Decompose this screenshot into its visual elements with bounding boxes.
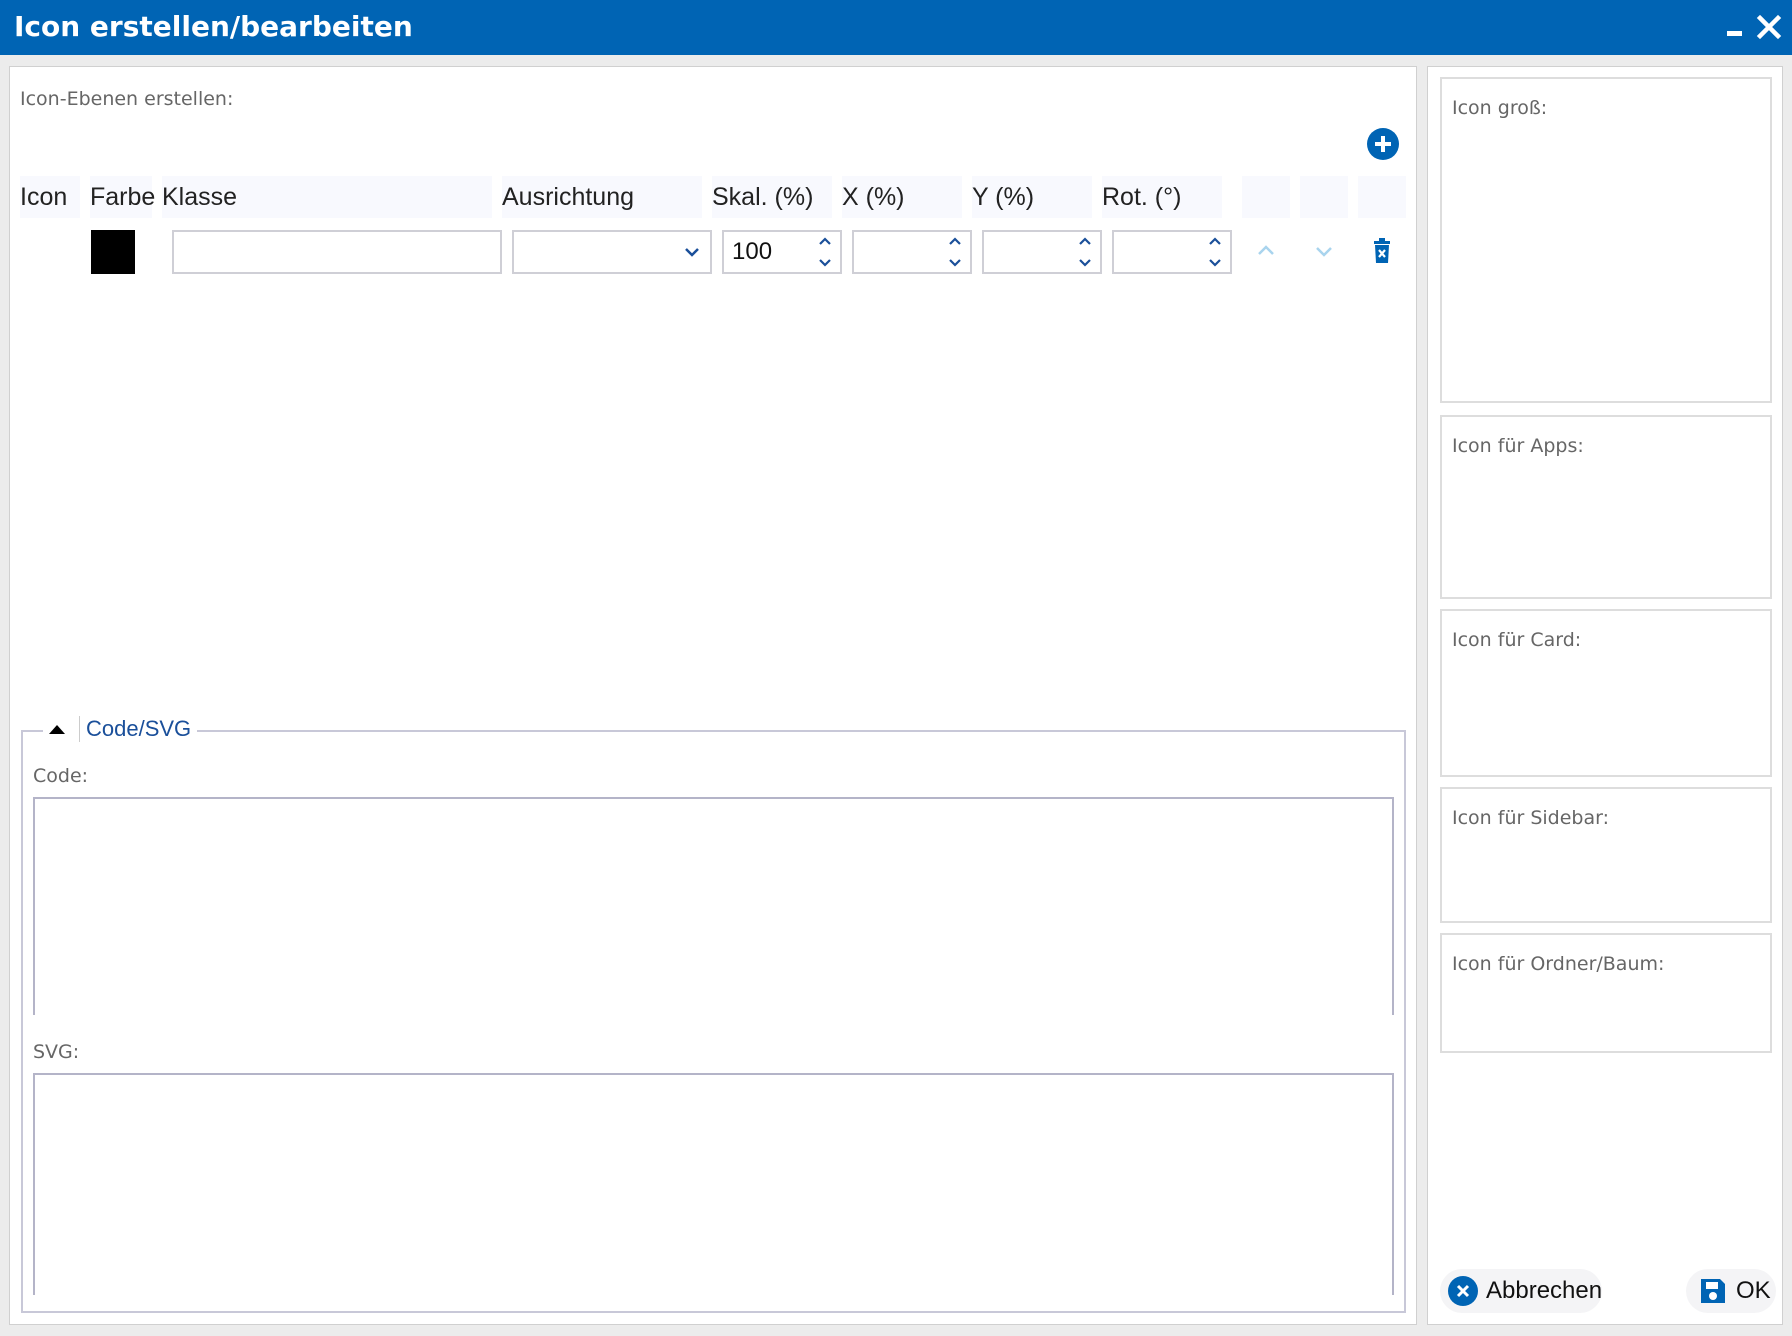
- column-header-farbe: Farbe: [90, 176, 155, 218]
- svg-textarea[interactable]: [33, 1073, 1394, 1295]
- layers-section-label: Icon-Ebenen erstellen:: [20, 88, 234, 110]
- move-down-icon[interactable]: [1308, 235, 1340, 267]
- column-header-move-down: [1300, 176, 1348, 218]
- column-header-icon: Icon: [20, 176, 80, 218]
- cancel-icon: [1448, 1276, 1478, 1306]
- preview-panel: Icon groß: Icon für Apps: Icon für Card:…: [1427, 66, 1783, 1325]
- move-up-icon[interactable]: [1250, 235, 1282, 267]
- skal-value: 100: [732, 238, 773, 265]
- code-svg-fieldset: Code/SVG Code: SVG:: [21, 716, 1406, 1313]
- column-header-y: Y (%): [972, 176, 1092, 218]
- column-header-skal: Skal. (%): [712, 176, 832, 218]
- add-layer-icon[interactable]: [1367, 128, 1399, 160]
- column-header-klasse: Klasse: [162, 176, 492, 218]
- minimize-icon[interactable]: [1720, 12, 1750, 42]
- spinner-icon[interactable]: [1076, 234, 1094, 270]
- preview-large-label: Icon groß:: [1452, 97, 1548, 119]
- preview-card-label: Icon für Card:: [1452, 629, 1582, 651]
- column-header-rot: Rot. (°): [1102, 176, 1222, 218]
- preview-sidebar: Icon für Sidebar:: [1440, 787, 1772, 923]
- column-header-x: X (%): [842, 176, 962, 218]
- column-header-ausrichtung: Ausrichtung: [502, 176, 702, 218]
- preview-sidebar-label: Icon für Sidebar:: [1452, 807, 1610, 829]
- y-input[interactable]: [982, 230, 1102, 274]
- preview-apps-label: Icon für Apps:: [1452, 435, 1584, 457]
- chevron-down-icon: [685, 248, 699, 257]
- spinner-icon[interactable]: [1206, 234, 1224, 270]
- code-label: Code:: [33, 765, 89, 787]
- preview-card: Icon für Card:: [1440, 609, 1772, 777]
- klasse-input[interactable]: [172, 230, 502, 274]
- window-title: Icon erstellen/bearbeiten: [14, 10, 413, 43]
- close-icon[interactable]: [1754, 12, 1784, 42]
- collapse-triangle-icon: [49, 724, 65, 734]
- color-swatch[interactable]: [91, 230, 135, 274]
- preview-folder-tree: Icon für Ordner/Baum:: [1440, 933, 1772, 1053]
- title-bar: Icon erstellen/bearbeiten: [0, 0, 1792, 55]
- delete-icon[interactable]: [1366, 235, 1398, 267]
- svg-label: SVG:: [33, 1041, 80, 1063]
- ok-button-label: OK: [1736, 1277, 1771, 1304]
- layers-panel: Icon-Ebenen erstellen: Icon Farbe Klasse…: [9, 66, 1417, 1325]
- code-svg-legend: Code/SVG: [79, 716, 191, 742]
- ok-button[interactable]: OK: [1686, 1269, 1776, 1313]
- cancel-button[interactable]: Abbrechen: [1440, 1269, 1602, 1313]
- spinner-icon[interactable]: [816, 234, 834, 270]
- preview-apps: Icon für Apps:: [1440, 415, 1772, 599]
- skal-input[interactable]: 100: [722, 230, 842, 274]
- preview-folder-tree-label: Icon für Ordner/Baum:: [1452, 953, 1665, 975]
- column-header-move-up: [1242, 176, 1290, 218]
- save-icon: [1701, 1279, 1725, 1303]
- ausrichtung-select[interactable]: [512, 230, 712, 274]
- rot-input[interactable]: [1112, 230, 1232, 274]
- code-textarea[interactable]: [33, 797, 1394, 1015]
- preview-large: Icon groß:: [1440, 77, 1772, 403]
- cancel-button-label: Abbrechen: [1486, 1277, 1603, 1304]
- x-input[interactable]: [852, 230, 972, 274]
- column-header-delete: [1358, 176, 1406, 218]
- spinner-icon[interactable]: [946, 234, 964, 270]
- code-svg-toggle[interactable]: Code/SVG: [43, 716, 198, 742]
